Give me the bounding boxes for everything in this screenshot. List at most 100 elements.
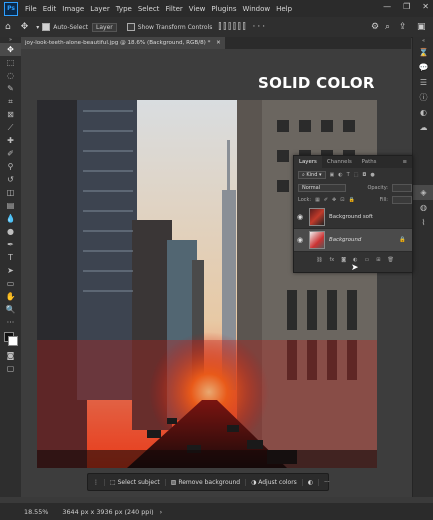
filter-pixel-icon[interactable]: ▣: [330, 172, 335, 178]
layer-select-dropdown[interactable]: Layer: [92, 22, 117, 32]
lock-all-icon[interactable]: 🔒: [348, 197, 354, 203]
delete-layer-icon[interactable]: 🗑: [387, 257, 393, 263]
move-tool-icon[interactable]: ✥: [0, 43, 21, 56]
menu-help[interactable]: Help: [273, 5, 295, 13]
hand-tool-icon[interactable]: ✋: [0, 290, 21, 303]
eraser-tool-icon[interactable]: ◫: [0, 186, 21, 199]
filter-type-icon[interactable]: T: [347, 172, 350, 178]
more-options-icon[interactable]: ···: [319, 479, 335, 486]
menu-view[interactable]: View: [186, 5, 209, 13]
quick-select-tool-icon[interactable]: ✎: [0, 82, 21, 95]
type-tool-icon[interactable]: T: [0, 251, 21, 264]
zoom-tool-icon[interactable]: 🔍: [0, 303, 21, 316]
screen-mode-icon[interactable]: ▢: [0, 362, 21, 375]
menu-select[interactable]: Select: [135, 5, 163, 13]
link-layers-icon[interactable]: ⛓: [316, 257, 322, 263]
clone-stamp-tool-icon[interactable]: ⚲: [0, 160, 21, 173]
chevron-down-icon[interactable]: ▾: [36, 24, 39, 31]
adjustments-panel-icon[interactable]: ◐: [413, 105, 433, 120]
lock-brush-icon[interactable]: ✐: [324, 197, 328, 203]
filter-smartobject-icon[interactable]: ◘: [362, 172, 366, 178]
gradient-tool-icon[interactable]: ▤: [0, 199, 21, 212]
paths-panel-icon[interactable]: ⌇: [413, 215, 433, 230]
adjust-colors-button[interactable]: ◑ Adjust colors: [246, 478, 303, 486]
lock-artboard-icon[interactable]: ⊡: [340, 197, 344, 203]
new-group-icon[interactable]: ▭: [365, 257, 370, 263]
layer-style-icon[interactable]: fx: [330, 257, 335, 263]
channels-panel-icon[interactable]: ◍: [413, 200, 433, 215]
adjustment-icon[interactable]: ◐: [303, 478, 320, 486]
close-tab-icon[interactable]: ✕: [216, 40, 221, 46]
lock-move-icon[interactable]: ✥: [332, 197, 336, 203]
tab-channels[interactable]: Channels: [322, 159, 357, 165]
select-subject-button[interactable]: ⬚ Select subject: [105, 478, 166, 486]
close-icon[interactable]: ✕: [422, 2, 429, 11]
align-icons[interactable]: ⫿⫿⫿⫿⫿⫿ ···: [218, 22, 267, 32]
filter-kind-dropdown[interactable]: ⌕ Kind ▾: [298, 171, 326, 179]
search-icon[interactable]: ⌕: [385, 22, 390, 32]
filter-toggle-icon[interactable]: ●: [370, 172, 374, 178]
document-tab[interactable]: joy-look-teeth-alone-beautiful.jpg @ 18.…: [21, 37, 225, 49]
more-tools-icon[interactable]: ···: [0, 316, 21, 329]
menu-file[interactable]: File: [22, 5, 40, 13]
filter-shape-icon[interactable]: ⬚: [354, 172, 359, 178]
color-swatches-icon[interactable]: [0, 329, 21, 349]
tab-paths[interactable]: Paths: [357, 159, 382, 165]
eye-icon[interactable]: ◉: [294, 236, 306, 244]
rectangle-tool-icon[interactable]: ▭: [0, 277, 21, 290]
eyedropper-tool-icon[interactable]: ⟋: [0, 121, 21, 134]
transform-controls-checkbox[interactable]: [126, 23, 135, 31]
menu-layer[interactable]: Layer: [87, 5, 113, 13]
menu-type[interactable]: Type: [113, 5, 135, 13]
zoom-level[interactable]: 18.55%: [24, 508, 48, 516]
history-panel-icon[interactable]: ⌛: [413, 45, 433, 60]
workspace-icon[interactable]: ▣: [417, 22, 426, 32]
remove-background-button[interactable]: ▨ Remove background: [166, 478, 247, 486]
auto-select-checkbox[interactable]: [42, 23, 51, 31]
blend-mode-dropdown[interactable]: Normal: [298, 184, 346, 192]
cc-libraries-icon[interactable]: ☁: [413, 120, 433, 135]
dodge-tool-icon[interactable]: ●: [0, 225, 21, 238]
tab-layers[interactable]: Layers: [294, 156, 322, 168]
fill-field[interactable]: [392, 196, 412, 204]
layer-row[interactable]: ◉ Background soft: [294, 206, 412, 229]
mouse-cursor-icon: ➤: [351, 263, 359, 273]
pen-tool-icon[interactable]: ✒: [0, 238, 21, 251]
menu-plugins[interactable]: Plugins: [208, 5, 239, 13]
drag-handle-icon[interactable]: ⋮: [88, 478, 105, 486]
menu-edit[interactable]: Edit: [40, 5, 60, 13]
minimize-icon[interactable]: —: [383, 2, 391, 11]
panel-collapse-icon[interactable]: «: [413, 37, 433, 45]
healing-brush-tool-icon[interactable]: ✚: [0, 134, 21, 147]
share-icon[interactable]: ⇪: [399, 22, 407, 32]
blur-tool-icon[interactable]: 💧: [0, 212, 21, 225]
frame-tool-icon[interactable]: ⊠: [0, 108, 21, 121]
add-mask-icon[interactable]: ◙: [341, 257, 346, 263]
move-tool-icon[interactable]: ✥: [21, 22, 29, 32]
restore-icon[interactable]: ❐: [403, 2, 410, 11]
eye-icon[interactable]: ◉: [294, 213, 306, 221]
brush-tool-icon[interactable]: ✐: [0, 147, 21, 160]
lasso-tool-icon[interactable]: ◌: [0, 69, 21, 82]
marquee-tool-icon[interactable]: ⬚: [0, 56, 21, 69]
lock-transparent-icon[interactable]: ▦: [315, 197, 320, 203]
quick-mask-icon[interactable]: ◙: [0, 349, 21, 362]
menu-image[interactable]: Image: [59, 5, 87, 13]
panel-menu-icon[interactable]: ≡: [397, 159, 412, 165]
home-icon[interactable]: ⌂: [5, 22, 11, 32]
settings-icon[interactable]: ⚙: [371, 22, 379, 32]
menu-filter[interactable]: Filter: [162, 5, 185, 13]
history-brush-tool-icon[interactable]: ↺: [0, 173, 21, 186]
properties-panel-icon[interactable]: ☰: [413, 75, 433, 90]
filter-adjustment-icon[interactable]: ◐: [338, 172, 342, 178]
opacity-field[interactable]: [392, 184, 412, 192]
path-select-tool-icon[interactable]: ➤: [0, 264, 21, 277]
crop-tool-icon[interactable]: ⌗: [0, 95, 21, 108]
menu-window[interactable]: Window: [239, 5, 273, 13]
comments-panel-icon[interactable]: 💬: [413, 60, 433, 75]
layer-row[interactable]: ◉ Background 🔒: [294, 229, 412, 252]
new-layer-icon[interactable]: ⊞: [376, 257, 380, 263]
layers-panel-icon[interactable]: ◈: [413, 185, 433, 200]
chevron-right-icon[interactable]: ›: [160, 508, 163, 516]
info-panel-icon[interactable]: ⓘ: [413, 90, 433, 105]
